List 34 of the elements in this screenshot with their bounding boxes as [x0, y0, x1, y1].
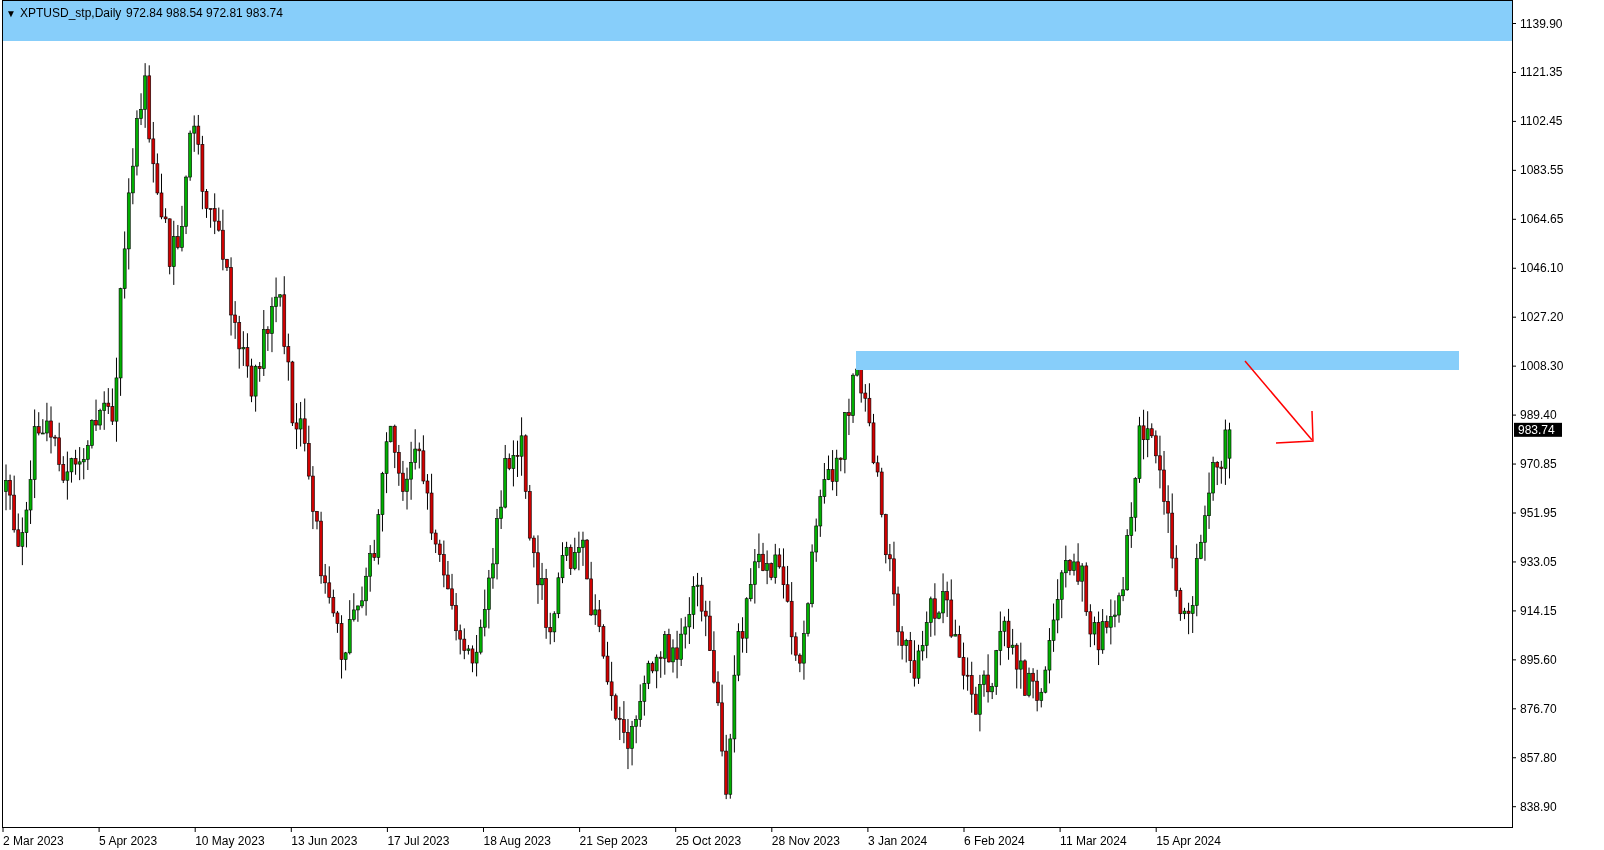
price-tick-label: 1027.20: [1520, 310, 1564, 325]
price-tick-label: 914.15: [1520, 603, 1557, 618]
date-tick-label: 13 Jun 2023: [291, 834, 358, 848]
date-tick-label: 21 Sep 2023: [579, 834, 648, 848]
price-tick-label: 1121.35: [1520, 65, 1563, 80]
price-tick-label: 857.80: [1520, 750, 1557, 765]
ohlc-values: 972.84 988.54 972.81 983.74: [126, 6, 283, 20]
price-tick-label: 989.40: [1520, 408, 1557, 423]
date-tick-label: 17 Jul 2023: [387, 834, 450, 848]
price-tick-label: 876.70: [1520, 701, 1557, 716]
date-tick-label: 11 Mar 2024: [1060, 834, 1127, 848]
price-tick-label: 838.90: [1520, 799, 1557, 814]
date-tick-label: 15 Apr 2024: [1156, 834, 1221, 848]
price-tick-label: 933.05: [1520, 554, 1557, 569]
date-tick-label: 10 May 2023: [195, 834, 265, 848]
date-tick-label: 28 Nov 2023: [771, 834, 840, 848]
chart-title: XPTUSD_stp,Daily: [20, 6, 122, 20]
date-tick-label: 18 Aug 2023: [483, 834, 551, 848]
price-tick-label: 1008.30: [1520, 359, 1564, 374]
date-tick-label: 25 Oct 2023: [675, 834, 742, 848]
price-tick-label: 951.95: [1520, 506, 1557, 520]
date-tick-label: 2 Mar 2023: [3, 834, 64, 848]
price-tick-label: 970.85: [1520, 457, 1557, 472]
date-tick-label: 6 Feb 2024: [964, 834, 1025, 848]
price-tick-label: 1046.10: [1520, 261, 1564, 276]
price-tick-label: 895.60: [1520, 652, 1557, 667]
price-tick-label: 1102.45: [1520, 114, 1563, 129]
price-tick-label: 1083.55: [1520, 163, 1564, 178]
date-tick-label: 5 Apr 2023: [99, 834, 158, 848]
current-price-label: 983.74: [1514, 422, 1562, 437]
price-tick-label: 1139.90: [1520, 16, 1563, 31]
price-tick-label: 1064.65: [1520, 212, 1564, 227]
collapse-toggle[interactable]: ▼: [6, 8, 16, 19]
date-tick-label: 3 Jan 2024: [867, 834, 928, 848]
